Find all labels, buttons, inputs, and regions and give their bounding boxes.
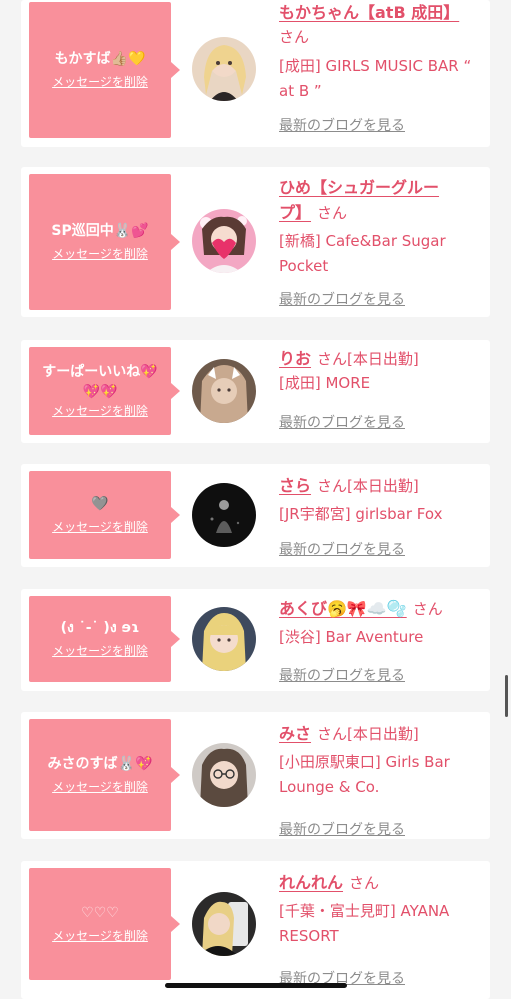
cast-name-link[interactable]: りお: [279, 349, 311, 368]
name-line: ひめ【シュガーグループ】 さん: [279, 175, 459, 226]
message-text: みさのすば🐰💖: [47, 756, 153, 772]
profile-info: みさ さん[本日出勤] [小田原駅東口] Girls Bar Lounge & C…: [279, 721, 484, 838]
avatar[interactable]: [192, 37, 256, 101]
message-text: もかすば👍🏼💛: [54, 51, 146, 67]
card: 🩶 メッセージを削除 さら さん[本日出勤] [JR宇都宮] girlsbar F…: [21, 464, 490, 567]
honorific: さん: [349, 874, 380, 892]
cast-name-link[interactable]: さら: [279, 476, 311, 495]
attendance-badge: [本日出勤]: [347, 350, 419, 368]
honorific: さん: [279, 28, 310, 46]
message-text: 🩶: [91, 496, 109, 512]
avatar[interactable]: [192, 743, 256, 807]
message-bubble: SP巡回中🐰💕 メッセージを削除: [29, 174, 180, 310]
name-line: りお さん[本日出勤]: [279, 346, 484, 372]
profile-info: さら さん[本日出勤] [JR宇都宮] girlsbar Fox 最新のブログを見…: [279, 473, 484, 558]
avatar[interactable]: [192, 892, 256, 956]
name-line: れんれん さん: [279, 870, 484, 896]
message-bubble: ♡♡♡ メッセージを削除: [29, 868, 180, 980]
profile-info: れんれん さん [千葉・富士見町] AYANA RESORT 最新のブログを見る: [279, 870, 484, 987]
profile-info: あくび🥱🎀☁️🫧 さん [渋谷] Bar Aventure 最新のブログを見る: [279, 596, 484, 684]
cast-name-link[interactable]: れんれん: [279, 873, 343, 892]
card: もかすば👍🏼💛 メッセージを削除 もかちゃん【atB 成田】 さん [成田] G…: [21, 0, 490, 147]
honorific-line: さん: [279, 24, 484, 50]
attendance-badge: [本日出勤]: [347, 725, 419, 743]
honorific: さん: [317, 477, 348, 495]
card: (ง ˙-˙ )ง ɘɿ メッセージを削除 あくび🥱🎀☁️🫧 さん [渋谷] Ba…: [21, 589, 490, 691]
cast-name-link[interactable]: あくび🥱🎀☁️🫧: [279, 599, 407, 618]
message-bubble: みさのすば🐰💖 メッセージを削除: [29, 719, 180, 831]
message-bubble: (ง ˙-˙ )ง ɘɿ メッセージを削除: [29, 596, 180, 682]
avatar[interactable]: [192, 359, 256, 423]
shop-name: [成田] GIRLS MUSIC BAR “ at B ”: [279, 57, 472, 100]
message-bubble: もかすば👍🏼💛 メッセージを削除: [29, 2, 180, 138]
latest-blog-link[interactable]: 最新のブログを見る: [279, 539, 405, 559]
cast-name-link[interactable]: みさ: [279, 724, 311, 743]
delete-message-link[interactable]: メッセージを削除: [52, 402, 148, 420]
cast-name-link[interactable]: ひめ【シュガーグループ】: [279, 178, 439, 222]
name-line: さら さん[本日出勤]: [279, 473, 484, 499]
shop-name: [小田原駅東口] Girls Bar Lounge & Co.: [279, 753, 450, 796]
home-indicator[interactable]: [165, 983, 347, 988]
honorific: さん: [317, 204, 348, 222]
shop-name: [新橋] Cafe&Bar Sugar Pocket: [279, 232, 446, 275]
message-text: SP巡回中🐰💕: [51, 223, 149, 239]
avatar[interactable]: [192, 209, 256, 273]
shop-name: [JR宇都宮] girlsbar Fox: [279, 505, 443, 523]
scrollbar[interactable]: [505, 675, 508, 717]
name-line: みさ さん[本日出勤]: [279, 721, 484, 747]
shop-name: [千葉・富士見町] AYANA RESORT: [279, 902, 450, 945]
profile-info: りお さん[本日出勤] [成田] MORE 最新のブログを見る: [279, 346, 484, 431]
card: ♡♡♡ メッセージを削除 れんれん さん [千葉・富士見町] AYANA RESO…: [21, 861, 490, 999]
message-text: ♡♡♡: [81, 905, 119, 921]
honorific: さん: [317, 350, 348, 368]
latest-blog-link[interactable]: 最新のブログを見る: [279, 289, 405, 309]
delete-message-link[interactable]: メッセージを削除: [52, 245, 148, 263]
latest-blog-link[interactable]: 最新のブログを見る: [279, 412, 405, 432]
honorific: さん: [317, 725, 348, 743]
name-line: あくび🥱🎀☁️🫧 さん: [279, 596, 484, 622]
latest-blog-link[interactable]: 最新のブログを見る: [279, 115, 405, 135]
avatar[interactable]: [192, 483, 256, 547]
delete-message-link[interactable]: メッセージを削除: [52, 73, 148, 91]
latest-blog-link[interactable]: 最新のブログを見る: [279, 819, 405, 839]
message-bubble: 🩶 メッセージを削除: [29, 471, 180, 559]
latest-blog-link[interactable]: 最新のブログを見る: [279, 665, 405, 685]
shop-name: [渋谷] Bar Aventure: [279, 628, 424, 646]
delete-message-link[interactable]: メッセージを削除: [52, 642, 148, 660]
avatar[interactable]: [192, 607, 256, 671]
profile-info: もかちゃん【atB 成田】 さん [成田] GIRLS MUSIC BAR “ …: [279, 0, 484, 134]
honorific: さん: [412, 600, 443, 618]
message-text: すーぱーいいね💖💖💖: [42, 364, 158, 400]
card: みさのすば🐰💖 メッセージを削除 みさ さん[本日出勤] [小田原駅東口] Gir…: [21, 712, 490, 839]
attendance-badge: [本日出勤]: [347, 477, 419, 495]
message-feed: もかすば👍🏼💛 メッセージを削除 もかちゃん【atB 成田】 さん [成田] G…: [0, 0, 511, 999]
message-text: (ง ˙-˙ )ง ɘɿ: [60, 620, 140, 636]
delete-message-link[interactable]: メッセージを削除: [52, 927, 148, 945]
profile-info: ひめ【シュガーグループ】 さん [新橋] Cafe&Bar Sugar Pocke…: [279, 175, 484, 308]
delete-message-link[interactable]: メッセージを削除: [52, 778, 148, 796]
card: SP巡回中🐰💕 メッセージを削除 ひめ【シュガーグループ】 さん [新橋] Caf…: [21, 167, 490, 317]
delete-message-link[interactable]: メッセージを削除: [52, 518, 148, 536]
shop-name: [成田] MORE: [279, 374, 371, 392]
message-bubble: すーぱーいいね💖💖💖 メッセージを削除: [29, 347, 180, 435]
card: すーぱーいいね💖💖💖 メッセージを削除 りお さん[本日出勤] [成田] MORE…: [21, 340, 490, 443]
cast-name-link[interactable]: もかちゃん【atB 成田】: [279, 3, 459, 22]
name-line: もかちゃん【atB 成田】: [279, 0, 484, 25]
